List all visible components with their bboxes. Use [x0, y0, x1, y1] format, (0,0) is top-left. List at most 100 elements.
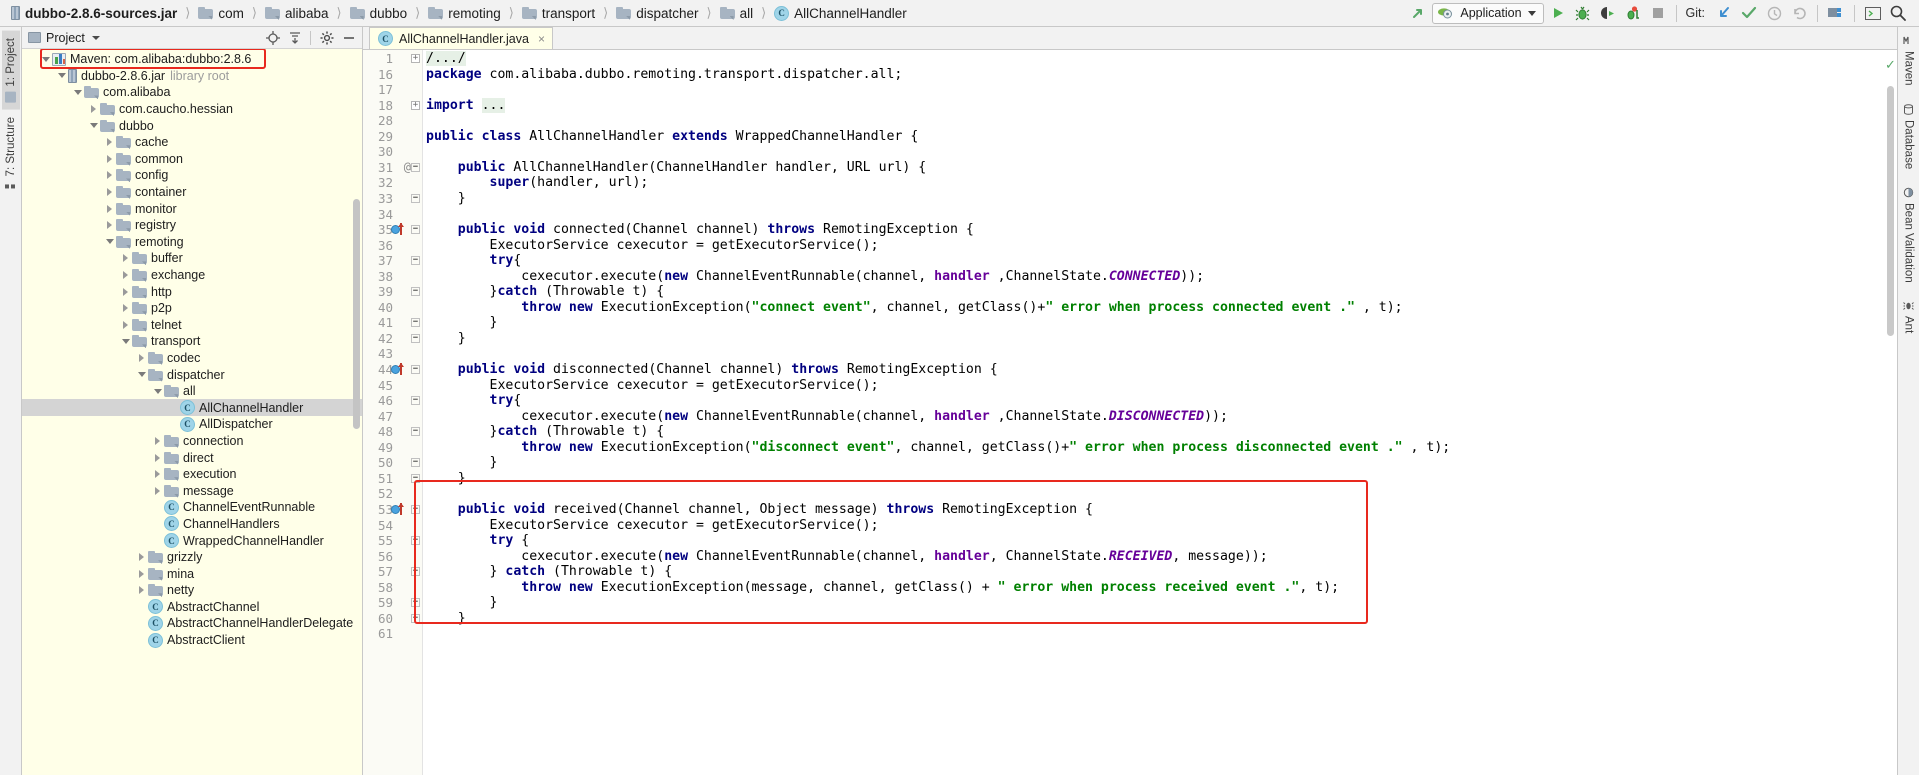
- tree-node-abstractchannel[interactable]: C AbstractChannel: [22, 599, 362, 616]
- chevron-right-icon[interactable]: [136, 549, 147, 565]
- tree-node-connection[interactable]: connection: [22, 433, 362, 450]
- sidebar-item-database[interactable]: Database: [1900, 102, 1918, 171]
- locate-icon[interactable]: [263, 29, 282, 47]
- search-everywhere-icon[interactable]: [1887, 3, 1909, 24]
- fold-collapse-icon[interactable]: −: [411, 536, 420, 546]
- sidebar-item-maven[interactable]: Maven: [1900, 33, 1918, 88]
- breadcrumb-item-allchannelhandler[interactable]: C AllChannelHandler: [773, 5, 908, 21]
- editor-marker-bar[interactable]: ✓: [1884, 50, 1897, 775]
- tree-node-registry[interactable]: registry: [22, 217, 362, 234]
- tree-node-abstractchannelhandlerdelegate[interactable]: C AbstractChannelHandlerDelegate: [22, 615, 362, 632]
- tree-node-maven-com-alibaba-dubbo-2-8-6[interactable]: Maven: com.alibaba:dubbo:2.8.6: [22, 51, 362, 68]
- chevron-right-icon[interactable]: [104, 134, 115, 150]
- chevron-right-icon[interactable]: [120, 300, 131, 316]
- breadcrumb-item-com[interactable]: com: [197, 6, 245, 21]
- tree-node-remoting[interactable]: remoting: [22, 234, 362, 251]
- rerun-tests-icon[interactable]: [1622, 3, 1644, 24]
- chevron-down-icon[interactable]: [136, 367, 147, 383]
- overriding-method-icon[interactable]: [391, 363, 404, 376]
- fold-collapse-icon[interactable]: −: [411, 473, 420, 483]
- fold-collapse-icon[interactable]: −: [411, 427, 420, 437]
- breadcrumb-item-alibaba[interactable]: alibaba: [264, 6, 330, 21]
- fold-collapse-icon[interactable]: −: [411, 567, 420, 577]
- chevron-down-icon[interactable]: [40, 51, 51, 67]
- chevron-right-icon[interactable]: [120, 250, 131, 266]
- tree-node-p2p[interactable]: p2p: [22, 300, 362, 317]
- fold-collapse-icon[interactable]: −: [411, 598, 420, 608]
- sidebar-item-ant[interactable]: Ant: [1900, 298, 1918, 335]
- terminal-icon[interactable]: [1862, 3, 1884, 24]
- breadcrumb-root[interactable]: dubbo-2.8.6-sources.jar: [10, 6, 178, 21]
- overriding-method-icon[interactable]: [391, 502, 404, 516]
- debug-icon[interactable]: [1572, 3, 1594, 24]
- sidebar-item-structure[interactable]: 7: Structure: [2, 110, 20, 199]
- chevron-down-icon[interactable]: [88, 118, 99, 134]
- tree-node-execution[interactable]: execution: [22, 466, 362, 483]
- chevron-right-icon[interactable]: [152, 450, 163, 466]
- project-tree-scrollbar[interactable]: [353, 199, 360, 429]
- chevron-right-icon[interactable]: [120, 267, 131, 283]
- chevron-right-icon[interactable]: [104, 201, 115, 217]
- fold-collapse-icon[interactable]: −: [411, 458, 420, 468]
- chevron-right-icon[interactable]: [88, 101, 99, 117]
- chevron-right-icon[interactable]: [120, 284, 131, 300]
- tree-node-direct[interactable]: direct: [22, 449, 362, 466]
- tree-node-all[interactable]: all: [22, 383, 362, 400]
- tree-node-channeleventrunnable[interactable]: C ChannelEventRunnable: [22, 499, 362, 516]
- sidebar-item-project[interactable]: 1: Project: [1, 31, 20, 110]
- project-structure-icon[interactable]: [1825, 3, 1847, 24]
- fold-expand-icon[interactable]: +: [411, 54, 420, 63]
- fold-collapse-icon[interactable]: −: [411, 396, 420, 406]
- tree-node-wrappedchannelhandler[interactable]: C WrappedChannelHandler: [22, 532, 362, 549]
- chevron-right-icon[interactable]: [152, 483, 163, 499]
- tree-node-message[interactable]: message: [22, 482, 362, 499]
- breadcrumb-item-all[interactable]: all: [719, 6, 755, 21]
- breadcrumb-item-dispatcher[interactable]: dispatcher: [615, 6, 699, 21]
- chevron-down-icon[interactable]: [56, 68, 67, 84]
- tree-node-http[interactable]: http: [22, 283, 362, 300]
- fold-collapse-icon[interactable]: −: [411, 162, 420, 172]
- tree-node-allchannelhandler[interactable]: C AllChannelHandler: [22, 399, 362, 417]
- chevron-right-icon[interactable]: [104, 167, 115, 183]
- chevron-down-icon[interactable]: [91, 35, 100, 40]
- tree-node-cache[interactable]: cache: [22, 134, 362, 151]
- chevron-right-icon[interactable]: [136, 566, 147, 582]
- tree-node-buffer[interactable]: buffer: [22, 250, 362, 267]
- code-view[interactable]: /.../package com.alibaba.dubbo.remoting.…: [423, 50, 1884, 775]
- tree-node-dubbo[interactable]: dubbo: [22, 117, 362, 134]
- breadcrumb-item-transport[interactable]: transport: [521, 6, 596, 21]
- collapse-all-icon[interactable]: [285, 29, 304, 47]
- breadcrumb-item-dubbo[interactable]: dubbo: [349, 6, 409, 21]
- overriding-method-icon[interactable]: [391, 223, 404, 236]
- chevron-right-icon[interactable]: [104, 151, 115, 167]
- tree-node-config[interactable]: config: [22, 167, 362, 184]
- tree-node-common[interactable]: common: [22, 151, 362, 168]
- hide-panel-icon[interactable]: [339, 29, 358, 47]
- tree-node-com-caucho-hessian[interactable]: com.caucho.hessian: [22, 101, 362, 118]
- history-icon[interactable]: [1763, 3, 1785, 24]
- tree-node-dubbo-2-8-6-jar[interactable]: dubbo-2.8.6.jar library root: [22, 68, 362, 85]
- tree-node-mina[interactable]: mina: [22, 565, 362, 582]
- tree-node-channelhandlers[interactable]: C ChannelHandlers: [22, 516, 362, 533]
- chevron-down-icon[interactable]: [72, 84, 83, 100]
- chevron-right-icon[interactable]: [104, 184, 115, 200]
- stop-icon[interactable]: [1647, 3, 1669, 24]
- fold-collapse-icon[interactable]: −: [411, 193, 420, 203]
- chevron-right-icon[interactable]: [120, 317, 131, 333]
- fold-collapse-icon[interactable]: −: [411, 225, 420, 235]
- run-configuration-selector[interactable]: Application: [1432, 2, 1544, 24]
- fold-collapse-icon[interactable]: −: [411, 504, 420, 514]
- tree-node-abstractclient[interactable]: C AbstractClient: [22, 632, 362, 649]
- tree-node-dispatcher[interactable]: dispatcher: [22, 366, 362, 383]
- sidebar-item-bean-validation[interactable]: Bean Validation: [1900, 185, 1918, 285]
- close-icon[interactable]: ×: [538, 32, 545, 46]
- commit-icon[interactable]: [1738, 3, 1760, 24]
- chevron-right-icon[interactable]: [136, 582, 147, 598]
- chevron-right-icon[interactable]: [152, 466, 163, 482]
- chevron-right-icon[interactable]: [104, 217, 115, 233]
- tree-node-codec[interactable]: codec: [22, 350, 362, 367]
- update-project-icon[interactable]: [1713, 3, 1735, 24]
- fold-collapse-icon[interactable]: −: [411, 333, 420, 343]
- settings-gear-icon[interactable]: [317, 29, 336, 47]
- fold-collapse-icon[interactable]: −: [411, 365, 420, 374]
